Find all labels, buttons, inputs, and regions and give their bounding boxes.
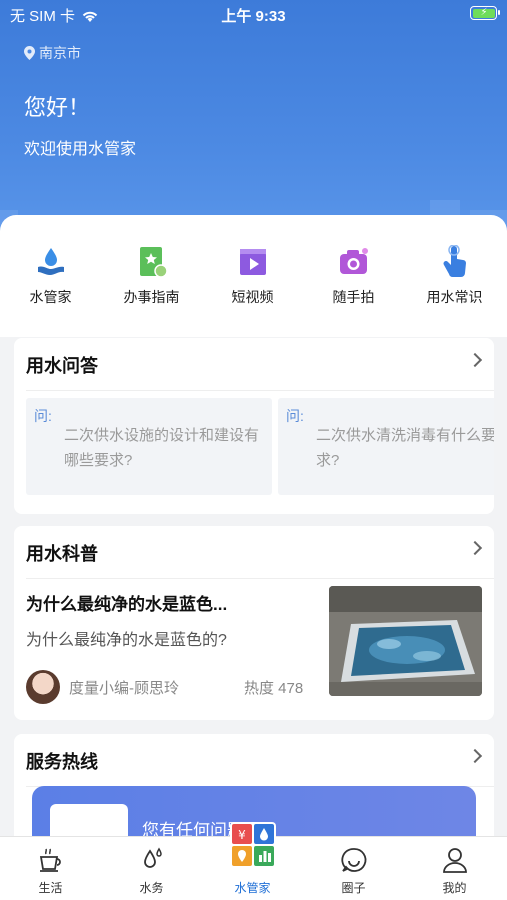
menu-label: 水管家 — [29, 289, 72, 305]
tab-label: 我的 — [442, 881, 467, 895]
question-prefix: 问: — [286, 408, 304, 424]
tab-circle[interactable]: 圈子 — [303, 845, 404, 896]
chat-bubble-icon — [340, 848, 366, 872]
svg-text:¥: ¥ — [238, 828, 246, 842]
camera-icon — [339, 248, 368, 274]
hotline-card-title: 服务热线 — [26, 752, 98, 772]
tab-label: 生活 — [38, 881, 63, 895]
article-heat: 热度 478 — [244, 680, 304, 697]
header-banner: 无 SIM 卡 上午 9:33 ⚡ 南京市 您好！ 欢迎使用水管家 — [0, 0, 507, 250]
menu-label: 随手拍 — [332, 289, 375, 305]
qa-card-title: 用水问答 — [26, 356, 98, 376]
menu-item-short-video[interactable]: 短视频 — [202, 245, 303, 307]
battery-icon: ⚡ — [470, 6, 500, 20]
divider — [26, 390, 494, 391]
menu-item-water-steward[interactable]: 水管家 — [0, 245, 101, 307]
status-bar: 无 SIM 卡 上午 9:33 ⚡ — [0, 0, 507, 28]
video-icon — [239, 249, 266, 275]
water-hand-icon — [37, 248, 64, 275]
tab-mine[interactable]: 我的 — [404, 845, 505, 896]
science-card: 用水科普 为什么最纯净的水是蓝色... 为什么最纯净的水是蓝色的? 度量小编-顾… — [14, 526, 494, 720]
coffee-cup-icon — [39, 848, 61, 872]
user-icon — [442, 848, 467, 873]
welcome-text: 欢迎使用水管家 — [24, 141, 137, 158]
article-thumbnail — [329, 586, 482, 696]
location-selector[interactable]: 南京市 — [24, 43, 81, 63]
menu-label: 办事指南 — [123, 289, 180, 305]
menu-item-snapshot[interactable]: 随手拍 — [303, 245, 404, 307]
question-text: 二次供水设施的设计和建设有哪些要求? — [64, 427, 260, 469]
question-text: 二次供水清洗消毒有什么要求? — [316, 427, 494, 469]
article-author: 度量小编-顾思玲 — [69, 680, 179, 697]
chevron-right-icon[interactable] — [467, 352, 483, 368]
menu-item-guide[interactable]: 办事指南 — [101, 245, 202, 307]
qa-item[interactable]: 问: 二次供水清洗消毒有什么要求? — [278, 398, 494, 495]
app-grid-icon[interactable]: ¥ — [230, 822, 276, 868]
status-time: 上午 9:33 — [221, 8, 286, 25]
water-drops-icon — [143, 847, 162, 868]
qa-item[interactable]: 问: 二次供水设施的设计和建设有哪些要求? — [26, 398, 272, 495]
article-headline: 为什么最纯净的水是蓝色... — [26, 595, 228, 614]
menu-label: 用水常识 — [426, 289, 483, 305]
location-label: 南京市 — [39, 45, 81, 61]
tab-water-affairs[interactable]: 水务 — [101, 845, 202, 896]
location-pin-icon — [24, 46, 35, 60]
quick-menu: 水管家 办事指南 短视频 随手拍 用水常识 — [0, 215, 507, 337]
tab-label: 圈子 — [341, 881, 366, 895]
tab-label: 水管家 — [234, 881, 271, 895]
science-card-title: 用水科普 — [26, 544, 98, 564]
article-subtitle: 为什么最纯净的水是蓝色的? — [26, 632, 227, 649]
tap-hand-icon — [443, 245, 466, 278]
menu-label: 短视频 — [231, 289, 274, 305]
menu-item-water-knowledge[interactable]: 用水常识 — [404, 245, 505, 307]
chevron-right-icon[interactable] — [467, 748, 483, 764]
greeting-text: 您好！ — [24, 95, 91, 120]
chevron-right-icon[interactable] — [467, 540, 483, 556]
tab-label: 水务 — [139, 881, 164, 895]
avatar — [26, 670, 60, 704]
qa-card: 用水问答 问: 二次供水设施的设计和建设有哪些要求? 问: 二次供水清洗消毒有什… — [14, 338, 494, 514]
tab-life[interactable]: 生活 — [0, 845, 101, 896]
divider — [26, 578, 494, 579]
question-prefix: 问: — [34, 408, 52, 424]
guide-book-icon — [139, 247, 168, 278]
